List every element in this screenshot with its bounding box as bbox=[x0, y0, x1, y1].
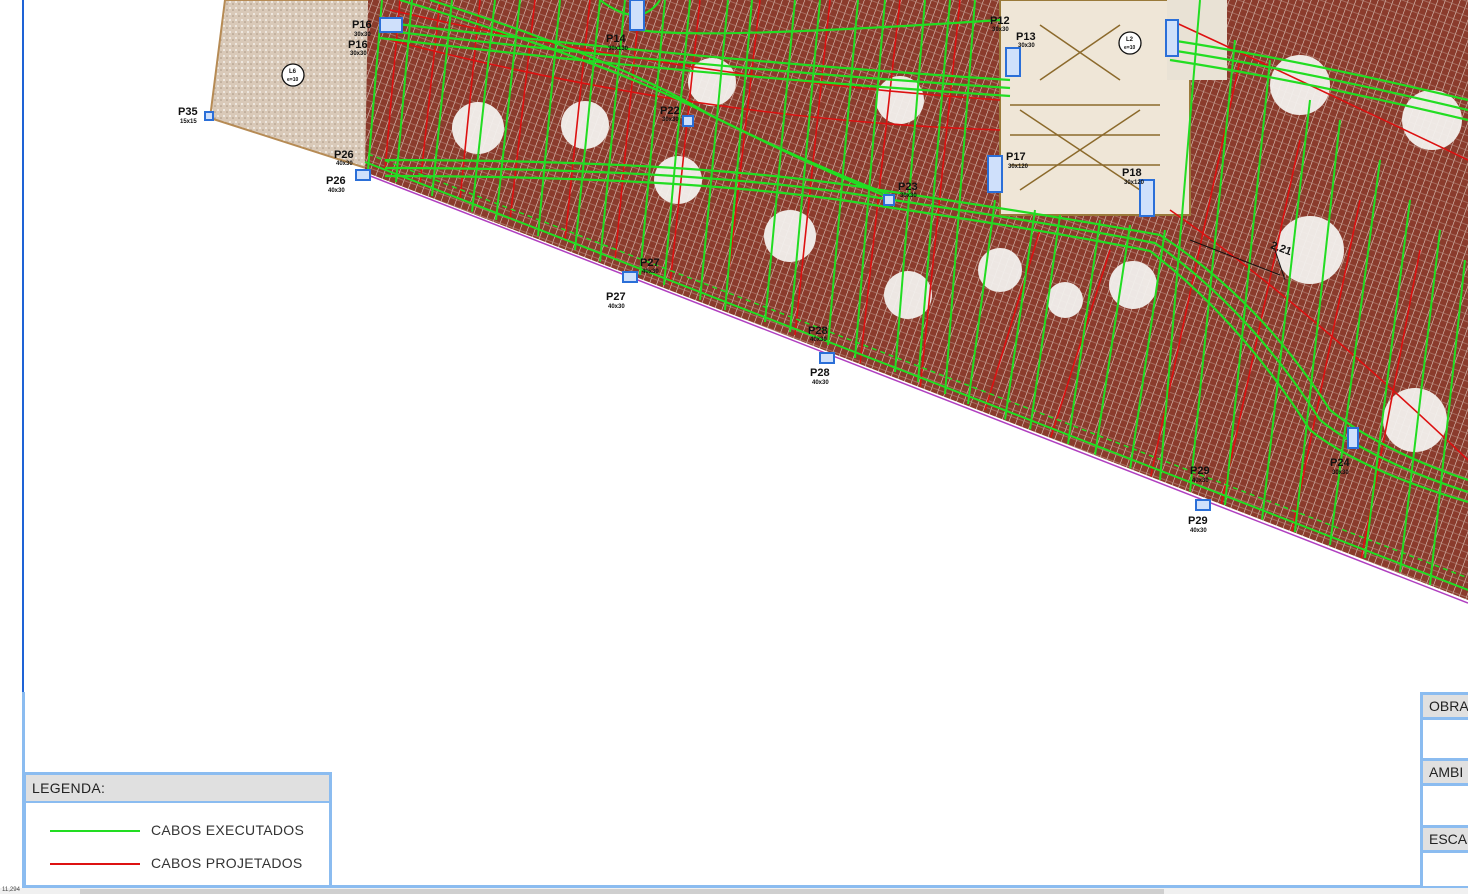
pillar-label-p29b: P29 bbox=[1188, 515, 1208, 527]
pillar-label-p22: P22 bbox=[660, 105, 680, 117]
legend-swatch-red bbox=[50, 863, 140, 865]
pillar-dim-p18: 30x120 bbox=[1124, 180, 1145, 186]
pillar-dim-p16: 30x30 bbox=[354, 32, 371, 38]
title-block: OBRA AMBI ESCA bbox=[1420, 692, 1468, 886]
pillar-dim-p24: 30x30 bbox=[1332, 470, 1349, 476]
pillar-dim-p16b: 30x30 bbox=[350, 51, 367, 57]
title-block-escala: ESCA bbox=[1423, 828, 1468, 850]
pillar-label-p28b: P28 bbox=[810, 367, 830, 379]
status-coordinates: 11,294 bbox=[2, 887, 20, 893]
pillar-label-p17: P17 bbox=[1006, 151, 1026, 163]
pillar-label-p26b: P26 bbox=[326, 175, 346, 187]
pillar-label-p18: P18 bbox=[1122, 167, 1142, 179]
pillar-dim-p35: 15x15 bbox=[180, 119, 197, 125]
pillar-label-p27: P27 bbox=[640, 257, 660, 269]
pillar-dim-p26b: 40x30 bbox=[328, 188, 345, 194]
pillar-label-p16b: P16 bbox=[348, 39, 368, 51]
title-block-obra: OBRA bbox=[1423, 695, 1468, 717]
pillar-label-p13: P13 bbox=[1016, 31, 1036, 43]
legend-swatch-green bbox=[50, 830, 140, 832]
pillar-dim-p13: 30x30 bbox=[1018, 43, 1035, 49]
pillar-dim-p12: 30x30 bbox=[992, 27, 1009, 33]
callout-sub-2: e=10 bbox=[1124, 45, 1135, 51]
pillar-label-p28: P28 bbox=[808, 325, 828, 337]
legend-box: LEGENDA: CABOS EXECUTADOS CABOS PROJETAD… bbox=[23, 772, 332, 885]
callout-label-2: L2 bbox=[1126, 37, 1134, 43]
pillar-dim-p26: 40x30 bbox=[336, 161, 353, 167]
pillar-dim-p28b: 40x30 bbox=[812, 380, 829, 386]
pillar-dim-p29: 40x30 bbox=[1192, 478, 1209, 484]
pillar-dim-p27: 40x30 bbox=[642, 269, 659, 275]
callout-label-1: L6 bbox=[289, 69, 297, 75]
pillar-dim-p22: 30x30 bbox=[662, 117, 679, 123]
drawing-frame-left bbox=[22, 0, 24, 692]
floor-plan-drawing: 2.21 P16 30x30 P16 30x30 P35 15x15 P26 4… bbox=[178, 0, 1468, 604]
legend-title: LEGENDA: bbox=[26, 775, 329, 803]
pillar-dim-p28: 40x30 bbox=[810, 337, 827, 343]
pillar-dim-p17: 30x120 bbox=[1008, 164, 1029, 170]
legend-label-executed: CABOS EXECUTADOS bbox=[151, 822, 305, 838]
pillar-label-p27b: P27 bbox=[606, 291, 626, 303]
pillar-dim-p29b: 40x30 bbox=[1190, 528, 1207, 534]
pillar-label-p23: P23 bbox=[898, 181, 918, 193]
pillar-label-p12: P12 bbox=[990, 15, 1010, 27]
pillar-dim-p14: 30x130 bbox=[608, 46, 629, 52]
pillar-label-p16: P16 bbox=[352, 19, 372, 31]
pillar-label-p24: P24 bbox=[1330, 457, 1350, 469]
pillar-dim-p23: 30x30 bbox=[900, 193, 917, 199]
pillar-label-p35: P35 bbox=[178, 106, 198, 118]
pillar-label-p29: P29 bbox=[1190, 465, 1210, 477]
horizontal-scrollbar[interactable] bbox=[80, 889, 1164, 894]
legend-label-projected: CABOS PROJETADOS bbox=[151, 855, 303, 871]
callout-sub-1: e=10 bbox=[287, 77, 298, 83]
pillar-dim-p27b: 40x30 bbox=[608, 304, 625, 310]
pillar-label-p26: P26 bbox=[334, 149, 354, 161]
legend-item-projected: CABOS PROJETADOS bbox=[26, 854, 326, 874]
legend-item-executed: CABOS EXECUTADOS bbox=[26, 821, 326, 841]
title-block-ambiente: AMBI bbox=[1423, 761, 1468, 783]
pillar-label-p14: P14 bbox=[606, 33, 626, 45]
